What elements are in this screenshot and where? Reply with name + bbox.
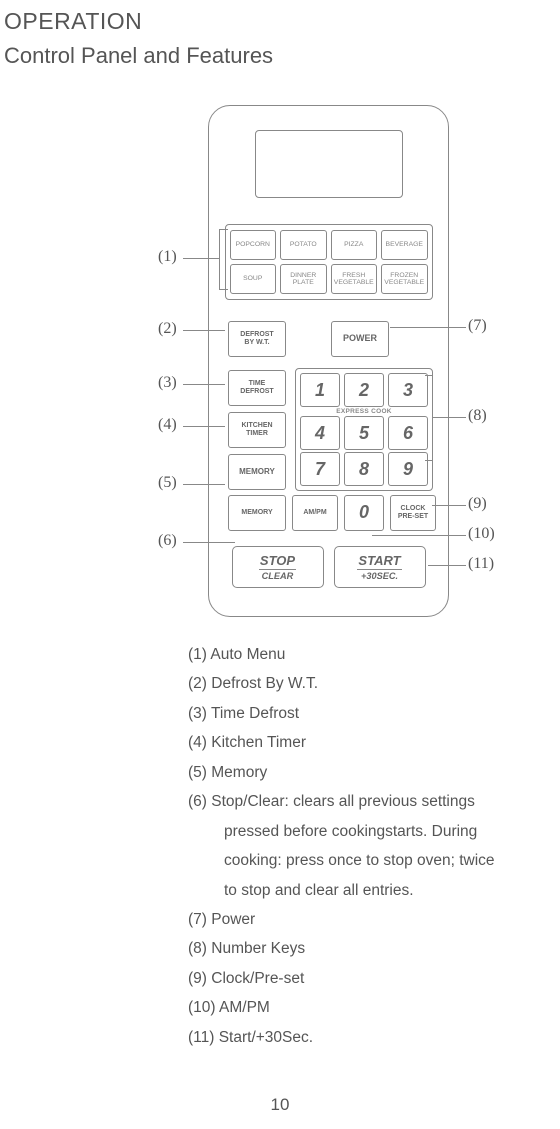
key-6: 6: [388, 416, 428, 450]
annotation-8: (8): [468, 407, 487, 425]
ampm-button: AM/PM: [292, 495, 338, 531]
annotation-10: (10): [468, 525, 495, 543]
legend-item-2: (2) Defrost By W.T.: [188, 669, 548, 698]
kitchen-timer-button: KITCHENTIMER: [228, 412, 286, 448]
control-panel-illustration: POPCORN POTATO PIZZA BEVERAGE SOUP DINNE…: [208, 105, 449, 617]
legend-item-6c: cooking: press once to stop oven; twice: [188, 846, 548, 875]
leader-line: [432, 505, 466, 506]
page-number: 10: [0, 1095, 560, 1115]
leader-line: [183, 384, 225, 385]
pizza-button: PIZZA: [331, 230, 378, 260]
start-30sec-button: START +30SEC.: [334, 546, 426, 588]
defrost-by-wt-button: DEFROSTBY W.T.: [228, 321, 286, 357]
key-2: 2: [344, 373, 384, 407]
leader-line: [219, 229, 220, 289]
clear-label: CLEAR: [262, 571, 294, 581]
key-1: 1: [300, 373, 340, 407]
leader-line: [432, 375, 433, 460]
dinner-plate-button: DINNERPLATE: [280, 264, 327, 294]
annotation-4: (4): [158, 416, 177, 434]
clock-preset-button: CLOCKPRE-SET: [390, 495, 436, 531]
leader-line: [372, 535, 466, 536]
leader-line: [183, 258, 219, 259]
key-3: 3: [388, 373, 428, 407]
key-8: 8: [344, 452, 384, 486]
annotation-1: (1): [158, 248, 177, 266]
legend-item-4: (4) Kitchen Timer: [188, 728, 548, 757]
annotation-2: (2): [158, 320, 177, 338]
legend-item-11: (11) Start/+30Sec.: [188, 1023, 548, 1052]
express-cook-label: EXPRESS COOK: [300, 408, 428, 415]
leader-line: [219, 289, 228, 290]
memory-button: MEMORY: [228, 454, 286, 490]
beverage-button: BEVERAGE: [381, 230, 428, 260]
legend-item-5: (5) Memory: [188, 758, 548, 787]
potato-button: POTATO: [280, 230, 327, 260]
popcorn-button: POPCORN: [230, 230, 277, 260]
legend-item-6: (6) Stop/Clear: clears all previous sett…: [188, 787, 548, 816]
leader-line: [183, 484, 225, 485]
annotation-9: (9): [468, 495, 487, 513]
annotation-5: (5): [158, 474, 177, 492]
legend-item-3: (3) Time Defrost: [188, 699, 548, 728]
leader-line: [183, 542, 235, 543]
legend-item-7: (7) Power: [188, 905, 548, 934]
section-heading: OPERATION: [4, 8, 142, 35]
frozen-vegetable-button: FROZENVEGETABLE: [381, 264, 428, 294]
power-button: POWER: [331, 321, 389, 357]
stop-clear-button: STOP CLEAR: [232, 546, 324, 588]
plus30sec-label: +30SEC.: [361, 571, 398, 581]
display-screen: [255, 130, 403, 198]
legend-item-6d: to stop and clear all entries.: [188, 876, 548, 905]
legend-item-9: (9) Clock/Pre-set: [188, 964, 548, 993]
legend-item-1: (1) Auto Menu: [188, 640, 548, 669]
legend-list: (1) Auto Menu (2) Defrost By W.T. (3) Ti…: [188, 640, 548, 1052]
annotation-3: (3): [158, 374, 177, 392]
auto-menu-group: POPCORN POTATO PIZZA BEVERAGE SOUP DINNE…: [225, 224, 433, 300]
memory-button-2: MEMORY: [228, 495, 286, 531]
number-keypad: 1 2 3 EXPRESS COOK 4 5 6 7 8 9: [295, 368, 433, 491]
annotation-6: (6): [158, 532, 177, 550]
stop-label: STOP: [259, 553, 296, 570]
start-label: START: [357, 553, 401, 570]
subsection-heading: Control Panel and Features: [4, 43, 273, 69]
key-5: 5: [344, 416, 384, 450]
annotation-7: (7): [468, 317, 487, 335]
leader-line: [425, 460, 433, 461]
leader-line: [390, 327, 466, 328]
legend-item-10: (10) AM/PM: [188, 993, 548, 1022]
leader-line: [219, 229, 228, 230]
leader-line: [428, 565, 466, 566]
leader-line: [183, 426, 225, 427]
soup-button: SOUP: [230, 264, 277, 294]
annotation-11: (11): [468, 555, 494, 573]
leader-line: [425, 375, 433, 376]
leader-line: [432, 417, 466, 418]
key-7: 7: [300, 452, 340, 486]
legend-item-6b: pressed before cookingstarts. During: [188, 817, 548, 846]
key-4: 4: [300, 416, 340, 450]
key-9: 9: [388, 452, 428, 486]
legend-item-8: (8) Number Keys: [188, 934, 548, 963]
key-0: 0: [359, 503, 369, 523]
leader-line: [183, 330, 225, 331]
fresh-vegetable-button: FRESHVEGETABLE: [331, 264, 378, 294]
time-defrost-button: TIMEDEFROST: [228, 370, 286, 406]
